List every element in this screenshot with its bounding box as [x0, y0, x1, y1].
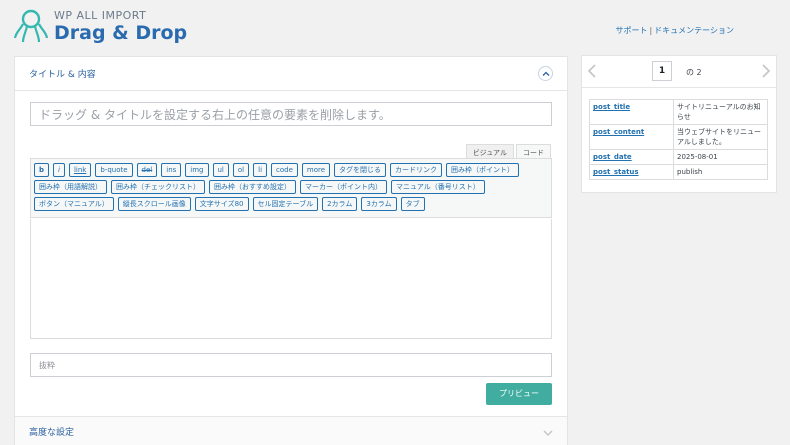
panel-header[interactable]: タイトル & 内容 [15, 57, 567, 91]
qt-manual-button-button[interactable]: ボタン（マニュアル） [34, 197, 114, 211]
brand-main-text: Drag & Drop [54, 21, 188, 44]
chevron-left-icon[interactable] [586, 63, 598, 79]
docs-link[interactable]: ドキュメンテーション [654, 26, 734, 35]
field-value: 2025-08-01 [673, 149, 768, 165]
field-value: 当ウェブサイトをリニューアルしました。 [673, 124, 768, 150]
chevron-down-icon [543, 422, 553, 441]
qt-scroll-image-button[interactable]: 縦長スクロール画像 [117, 197, 191, 211]
title-input[interactable]: ドラッグ & タイトルを設定する右上の任意の要素を削除します。 [30, 102, 552, 126]
preview-button[interactable]: プリビュー [486, 383, 552, 405]
qt-2col-button[interactable]: 2カラム [322, 197, 358, 211]
field-value: サイトリニューアルのお知らせ [673, 99, 768, 125]
qt-3col-button[interactable]: 3カラム [361, 197, 397, 211]
qt-italic-button[interactable]: i [53, 163, 65, 177]
qt-img-button[interactable]: img [185, 163, 209, 177]
field-key[interactable]: post_title [589, 99, 674, 125]
header-separator: | [649, 26, 653, 35]
qt-box-glossary-button[interactable]: 囲み枠（用語解説） [34, 180, 107, 194]
page-number-input[interactable]: 1 [652, 61, 672, 81]
content-textarea[interactable] [30, 219, 552, 339]
table-row: post_title サイトリニューアルのお知らせ [589, 99, 768, 125]
qt-close-tags-button[interactable]: タグを閉じる [334, 163, 387, 177]
header-links: サポート | ドキュメンテーション [615, 25, 734, 36]
field-key[interactable]: post_status [589, 164, 674, 180]
qt-li-button[interactable]: li [253, 163, 268, 177]
qt-code-button[interactable]: code [271, 163, 298, 177]
qt-box-checklist-button[interactable]: 囲み枠（チェックリスト） [111, 180, 205, 194]
excerpt-input[interactable]: 抜粋 [30, 353, 552, 377]
qt-bold-button[interactable]: b [34, 163, 50, 177]
table-row: post_status publish [589, 164, 768, 180]
qt-font-size-button[interactable]: 文字サイズ80 [194, 197, 249, 211]
collapse-button[interactable] [538, 66, 553, 81]
brand-top-text: WP ALL IMPORT [54, 8, 147, 22]
record-preview-panel: 1 の 2 post_title サイトリニューアルのお知らせ post_con… [581, 55, 777, 193]
qt-ul-button[interactable]: ul [212, 163, 229, 177]
panel-title: タイトル & 内容 [29, 70, 96, 80]
qt-blockquote-button[interactable]: b-quote [95, 163, 133, 177]
qt-ins-button[interactable]: ins [161, 163, 182, 177]
support-link[interactable]: サポート [615, 26, 647, 35]
advanced-settings-header[interactable]: 高度な設定 [15, 416, 567, 445]
field-value: publish [673, 164, 768, 180]
qt-tab-button[interactable]: タブ [400, 197, 425, 211]
qt-fixed-table-button[interactable]: セル固定テーブル [252, 197, 319, 211]
qt-link-button[interactable]: link [68, 163, 92, 177]
quicktags-toolbar: b i link b-quote del ins img ul ol li co… [30, 158, 552, 218]
table-row: post_content 当ウェブサイトをリニューアルしました。 [589, 124, 768, 150]
record-fields-table: post_title サイトリニューアルのお知らせ post_content 当… [589, 99, 768, 180]
qt-marker-button[interactable]: マーカー（ポイント内） [300, 180, 387, 194]
qt-card-link-button[interactable]: カードリンク [390, 163, 443, 177]
page-total-label: の 2 [686, 68, 702, 77]
qt-box-point-button[interactable]: 囲み枠（ポイント） [446, 163, 520, 177]
field-key[interactable]: post_date [589, 149, 674, 165]
table-row: post_date 2025-08-01 [589, 149, 768, 165]
qt-del-button[interactable]: del [136, 163, 158, 177]
octopus-logo-icon [14, 9, 48, 43]
advanced-settings-title: 高度な設定 [29, 428, 75, 438]
qt-manual-list-button[interactable]: マニュアル（番号リスト） [391, 180, 485, 194]
title-content-panel: タイトル & 内容 ドラッグ & タイトルを設定する右上の任意の要素を削除します… [14, 56, 568, 445]
chevron-up-icon [542, 71, 549, 76]
qt-box-recommend-button[interactable]: 囲み枠（おすすめ設定） [209, 180, 296, 194]
chevron-right-icon[interactable] [760, 63, 772, 79]
qt-more-button[interactable]: more [301, 163, 331, 177]
field-key[interactable]: post_content [589, 124, 674, 150]
qt-ol-button[interactable]: ol [232, 163, 250, 177]
record-pager: 1 の 2 [582, 56, 776, 88]
brand-logo: WP ALL IMPORT Drag & Drop [14, 8, 187, 44]
